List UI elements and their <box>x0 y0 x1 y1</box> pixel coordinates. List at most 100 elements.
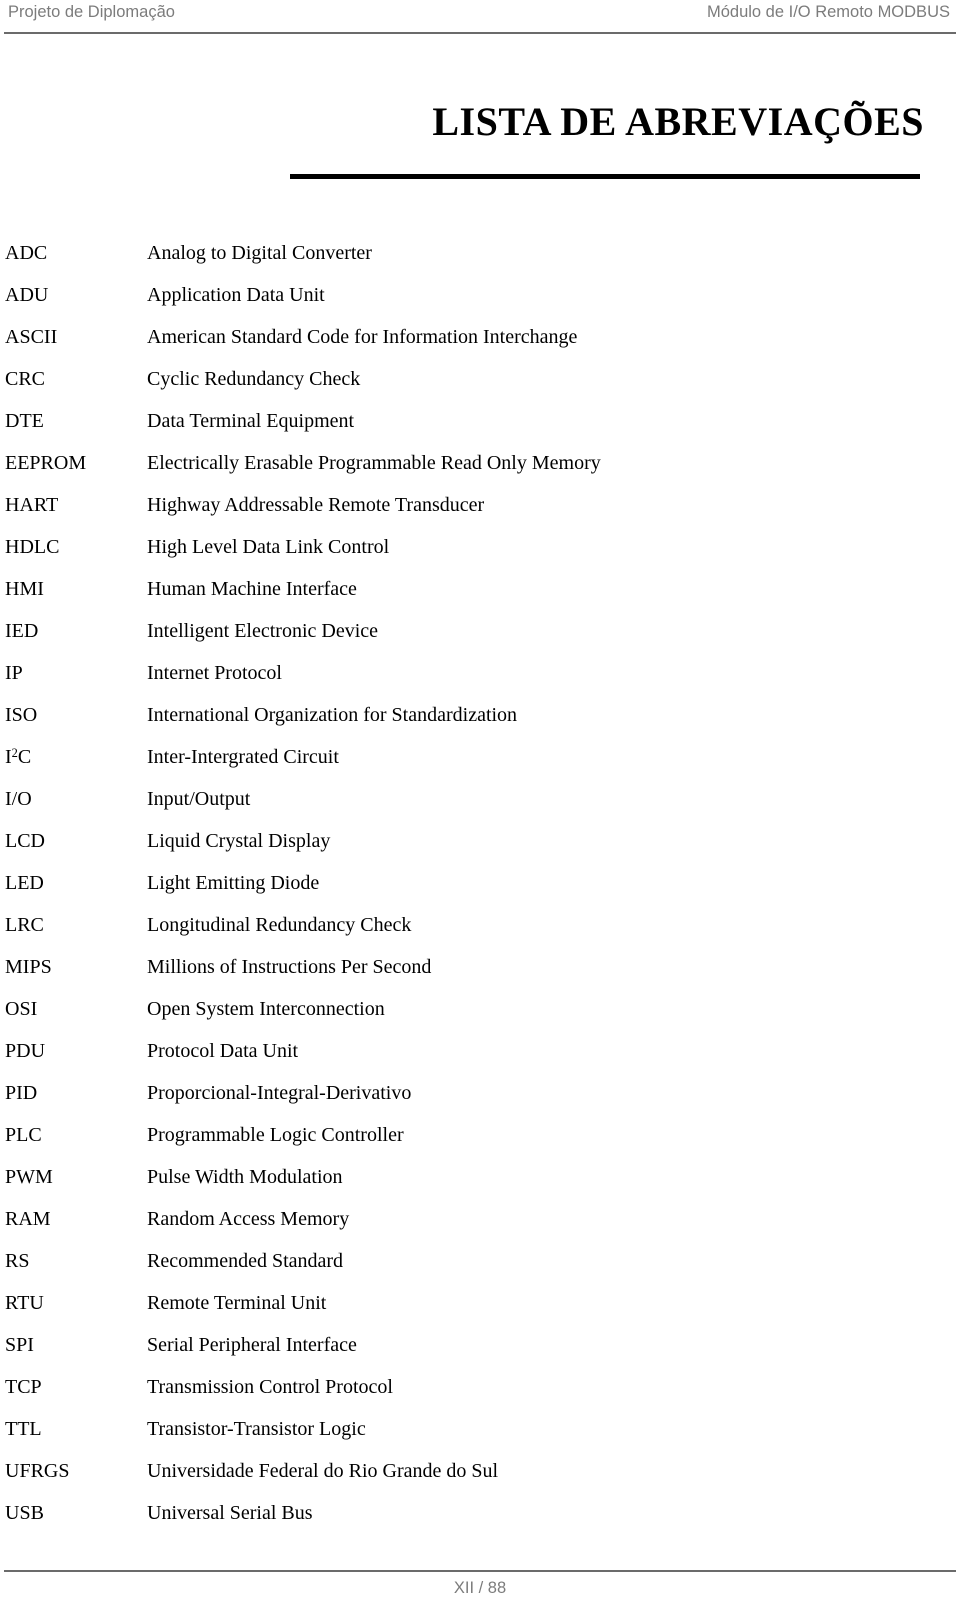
abbreviation-row: LRC Longitudinal Redundancy Check <box>0 904 960 946</box>
abbreviation-definition: Programmable Logic Controller <box>147 1124 404 1146</box>
abbreviation-term: RAM <box>5 1208 51 1230</box>
abbreviation-term: RS <box>5 1250 30 1272</box>
abbreviation-row: PLC Programmable Logic Controller <box>0 1114 960 1156</box>
title-block: LISTA DE ABREVIAÇÕES <box>0 96 960 179</box>
abbreviation-term: ADU <box>5 284 49 306</box>
abbreviation-definition: Internet Protocol <box>147 662 282 684</box>
abbreviation-row: TCP Transmission Control Protocol <box>0 1366 960 1408</box>
abbreviation-definition: Universal Serial Bus <box>147 1502 313 1524</box>
abbreviation-definition: Serial Peripheral Interface <box>147 1334 357 1356</box>
abbreviation-definition: Remote Terminal Unit <box>147 1292 327 1314</box>
abbreviation-term: LED <box>5 872 44 894</box>
abbreviation-definition: Open System Interconnection <box>147 998 385 1020</box>
abbreviation-term-tail: C <box>17 746 32 768</box>
abbreviation-row: RS Recommended Standard <box>0 1240 960 1282</box>
page-footer: XII / 88 <box>0 1557 960 1617</box>
abbreviation-term: HMI <box>5 578 44 600</box>
abbreviation-row: IP Internet Protocol <box>0 652 960 694</box>
abbreviation-term: ISO <box>5 704 38 726</box>
abbreviation-term: HDLC <box>5 536 60 558</box>
abbreviation-definition: Recommended Standard <box>147 1250 344 1272</box>
abbreviation-row: LCD Liquid Crystal Display <box>0 820 960 862</box>
page-number: XII / 88 <box>453 1579 507 1597</box>
abbreviation-definition: Inter-Intergrated Circuit <box>147 746 339 768</box>
abbreviation-row: UFRGS Universidade Federal do Rio Grande … <box>0 1450 960 1492</box>
abbreviation-definition: Intelligent Electronic Device <box>147 620 379 642</box>
abbreviation-row: ASCII American Standard Code for Informat… <box>0 316 960 358</box>
abbreviation-definition: Analog to Digital Converter <box>147 242 372 264</box>
abbreviation-term: UFRGS <box>5 1460 70 1482</box>
abbreviation-definition: Light Emitting Diode <box>147 872 320 894</box>
abbreviation-row: USB Universal Serial Bus <box>0 1492 960 1534</box>
abbreviation-term: RTU <box>5 1292 44 1314</box>
abbreviation-term: I/O <box>5 788 32 810</box>
abbreviation-definition: Longitudinal Redundancy Check <box>147 914 412 936</box>
abbreviation-row: OSI Open System Interconnection <box>0 988 960 1030</box>
abbreviation-row: LED Light Emitting Diode <box>0 862 960 904</box>
page-title: LISTA DE ABREVIAÇÕES <box>432 99 924 144</box>
abbreviation-row: ADC Analog to Digital Converter <box>0 232 960 274</box>
abbreviation-definition: High Level Data Link Control <box>147 536 390 558</box>
abbreviation-row: ADU Application Data Unit <box>0 274 960 316</box>
title-underline-rule <box>290 174 920 179</box>
footer-divider-rule <box>4 1570 956 1572</box>
header-right-text: Módulo de I/O Remoto MODBUS <box>706 3 950 21</box>
abbreviation-definition: Pulse Width Modulation <box>147 1166 343 1188</box>
abbreviation-row: SPI Serial Peripheral Interface <box>0 1324 960 1366</box>
abbreviation-definition: Application Data Unit <box>147 284 325 306</box>
abbreviation-term: LCD <box>5 830 45 852</box>
abbreviation-definition: International Organization for Standardi… <box>147 704 518 726</box>
abbreviation-row: CRC Cyclic Redundancy Check <box>0 358 960 400</box>
abbreviation-definition: Transistor-Transistor Logic <box>147 1418 366 1440</box>
header-divider-rule <box>4 32 956 34</box>
abbreviation-definition: American Standard Code for Information I… <box>147 326 578 348</box>
abbreviation-term: TCP <box>5 1376 42 1398</box>
abbreviation-row: HART Highway Addressable Remote Transduce… <box>0 484 960 526</box>
abbreviation-row: TTL Transistor-Transistor Logic <box>0 1408 960 1450</box>
abbreviation-term: OSI <box>5 998 38 1020</box>
abbreviation-term: PID <box>5 1082 38 1104</box>
abbreviation-row: I2C Inter-Intergrated Circuit <box>0 736 960 778</box>
abbreviation-definition: Highway Addressable Remote Transducer <box>147 494 485 516</box>
abbreviation-term: CRC <box>5 368 46 390</box>
abbreviation-definition: Data Terminal Equipment <box>147 410 355 432</box>
abbreviation-definition: Proporcional-Integral-Derivativo <box>147 1082 412 1104</box>
abbreviation-term: IP <box>5 662 23 684</box>
abbreviation-term: TTL <box>5 1418 42 1440</box>
abbreviation-definition: Universidade Federal do Rio Grande do Su… <box>147 1460 499 1482</box>
abbreviation-term: USB <box>5 1502 44 1524</box>
abbreviation-term: MIPS <box>5 956 52 978</box>
abbreviation-term: ADC <box>5 242 48 264</box>
abbreviation-definition: Random Access Memory <box>147 1208 350 1230</box>
abbreviation-term: IED <box>5 620 39 642</box>
page-header-row: Projeto de Diplomação Módulo de I/O Remo… <box>8 0 950 28</box>
abbreviation-row: EEPROM Electrically Erasable Programmable… <box>0 442 960 484</box>
abbreviation-definition: Millions of Instructions Per Second <box>147 956 432 978</box>
page-header: Projeto de Diplomação Módulo de I/O Remo… <box>0 0 960 36</box>
abbreviation-term: PDU <box>5 1040 46 1062</box>
abbreviation-row: PID Proporcional-Integral-Derivativo <box>0 1072 960 1114</box>
abbreviation-definition: Transmission Control Protocol <box>147 1376 393 1398</box>
abbreviation-row: PWM Pulse Width Modulation <box>0 1156 960 1198</box>
abbreviation-row: PDU Protocol Data Unit <box>0 1030 960 1072</box>
abbreviation-list: ADC Analog to Digital Converter ADU Applica… <box>0 232 960 1534</box>
abbreviation-row: I/O Input/Output <box>0 778 960 820</box>
abbreviation-definition: Cyclic Redundancy Check <box>147 368 361 390</box>
abbreviation-row: HMI Human Machine Interface <box>0 568 960 610</box>
abbreviation-definition: Electrically Erasable Programmable Read … <box>147 452 601 474</box>
abbreviation-definition: Human Machine Interface <box>147 578 357 600</box>
abbreviation-definition: Liquid Crystal Display <box>147 830 331 852</box>
abbreviation-row: IED Intelligent Electronic Device <box>0 610 960 652</box>
abbreviation-term: LRC <box>5 914 44 936</box>
abbreviation-row: RTU Remote Terminal Unit <box>0 1282 960 1324</box>
header-left-text: Projeto de Diplomação <box>8 3 175 21</box>
abbreviation-row: ISO International Organization for Standa… <box>0 694 960 736</box>
abbreviation-row: RAM Random Access Memory <box>0 1198 960 1240</box>
abbreviation-definition: Input/Output <box>147 788 251 810</box>
abbreviation-term: PLC <box>5 1124 42 1146</box>
abbreviation-definition: Protocol Data Unit <box>147 1040 299 1062</box>
abbreviation-term: DTE <box>5 410 44 432</box>
abbreviation-term: HART <box>5 494 59 516</box>
abbreviation-term: PWM <box>5 1166 53 1188</box>
abbreviation-term: ASCII <box>5 326 58 348</box>
